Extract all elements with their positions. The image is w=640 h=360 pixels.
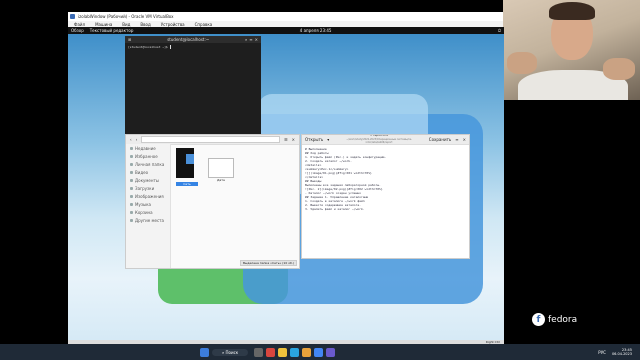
home-icon xyxy=(130,162,133,166)
telegram-icon[interactable] xyxy=(290,347,300,357)
editor-headerbar: Открыть ▾ ~ report.md ~/work/study/2022-… xyxy=(302,135,469,145)
app-icon[interactable] xyxy=(266,347,276,357)
fedora-logo: f fedora xyxy=(532,313,577,326)
activities-button[interactable]: Обзор xyxy=(71,28,84,33)
close-icon[interactable]: × xyxy=(292,137,295,142)
fedora-icon: f xyxy=(532,313,545,326)
close-icon[interactable]: × xyxy=(255,37,258,42)
sidebar-item-recent[interactable]: Недавние xyxy=(126,144,170,152)
document-icon xyxy=(130,178,133,182)
clock-icon xyxy=(130,146,133,150)
files-content: Сеть Дата xyxy=(170,144,299,268)
plus-icon xyxy=(130,218,133,222)
windows-taskbar: ⌕ Поиск РУС 23:45 06.04.2023 xyxy=(0,344,640,360)
download-icon xyxy=(130,186,133,190)
folder-icon[interactable] xyxy=(278,347,288,357)
view-list-icon[interactable]: ☰ xyxy=(284,137,288,142)
search-box[interactable]: ⌕ Поиск xyxy=(212,348,249,356)
search-icon[interactable]: ⌕ xyxy=(245,37,247,42)
back-icon[interactable]: ‹ xyxy=(130,137,132,142)
person-hair xyxy=(549,2,595,20)
selection-status: Выделена папка «Сеть» (10 об.) xyxy=(239,260,297,266)
files-window[interactable]: ‹ › ☰ × Недавние Избранное Личная папка … xyxy=(125,134,300,269)
menu-view[interactable]: Вид xyxy=(122,22,130,27)
virtualbox-titlebar: izolabWindow (Рабочий) - Oracle VM Virtu… xyxy=(68,12,504,21)
path-bar[interactable] xyxy=(141,136,281,143)
menu-icon[interactable]: ≡ xyxy=(249,37,252,42)
sidebar-item-downloads[interactable]: Загрузки xyxy=(126,184,170,192)
menu-help[interactable]: Справка xyxy=(195,22,213,27)
menu-icon[interactable]: ≡ xyxy=(455,137,458,142)
close-icon[interactable]: × xyxy=(463,137,466,142)
editor-line: 3. Удалить файл и каталог ~/work. xyxy=(305,207,365,211)
sidebar-item-pictures[interactable]: Изображения xyxy=(126,192,170,200)
menu-input[interactable]: Ввод xyxy=(140,22,150,27)
file-item[interactable]: Дата xyxy=(208,158,234,188)
virtualbox-icon xyxy=(70,14,75,19)
app-menu[interactable]: Текстовый редактор xyxy=(90,28,134,33)
sidebar-item-trash[interactable]: Корзина xyxy=(126,208,170,216)
forward-icon[interactable]: › xyxy=(136,137,138,142)
terminal-prompt[interactable]: [student@localhost ~]$ xyxy=(128,45,258,49)
chevron-down-icon[interactable]: ▾ xyxy=(327,137,329,142)
save-button[interactable]: Сохранить xyxy=(429,137,452,142)
image-icon xyxy=(130,194,133,198)
person-hand-left xyxy=(507,52,537,74)
sidebar-item-videos[interactable]: Видео xyxy=(126,168,170,176)
clock[interactable]: 4 апреля 23:45 xyxy=(300,28,332,33)
taskview-icon[interactable] xyxy=(254,347,264,357)
person-hand-right xyxy=(603,58,635,80)
gnome-topbar: Обзор Текстовый редактор 4 апреля 23:45 … xyxy=(68,27,504,34)
trash-icon xyxy=(130,210,133,214)
start-icon[interactable] xyxy=(200,347,209,357)
system-tray-icon[interactable]: ⏻ xyxy=(498,28,501,33)
file-label: Сеть xyxy=(176,182,198,186)
star-icon xyxy=(130,154,133,158)
text-editor-window[interactable]: Открыть ▾ ~ report.md ~/work/study/2022-… xyxy=(301,134,470,259)
webcam-overlay xyxy=(503,0,640,100)
file-thumbnail xyxy=(176,148,194,178)
sidebar-item-starred[interactable]: Избранное xyxy=(126,152,170,160)
chrome-icon[interactable] xyxy=(314,347,324,357)
terminal-title: student@localhost:~ xyxy=(167,37,210,42)
open-button[interactable]: Открыть xyxy=(305,137,323,142)
window-title: izolabWindow (Рабочий) - Oracle VM Virtu… xyxy=(78,14,174,19)
sidebar-item-other[interactable]: Другие места xyxy=(126,216,170,224)
file-label: Дата xyxy=(217,178,225,182)
virtualbox-taskbar-icon[interactable] xyxy=(326,347,336,357)
video-icon xyxy=(130,170,133,174)
new-tab-icon[interactable]: ⊞ xyxy=(128,37,131,42)
menu-devices[interactable]: Устройства xyxy=(161,22,185,27)
browser-icon[interactable] xyxy=(302,347,312,357)
sidebar-item-home[interactable]: Личная папка xyxy=(126,160,170,168)
editor-subtitle: ~/work/study/2022-2023/Операционные сист… xyxy=(346,137,412,145)
sidebar-item-documents[interactable]: Документы xyxy=(126,176,170,184)
terminal-headerbar: ⊞ student@localhost:~ ⌕ ≡ × xyxy=(125,36,261,43)
music-icon xyxy=(130,202,133,206)
language-indicator[interactable]: РУС xyxy=(598,350,606,355)
file-thumbnail xyxy=(208,158,234,178)
files-sidebar: Недавние Избранное Личная папка Видео До… xyxy=(126,144,171,268)
file-item[interactable]: Сеть xyxy=(176,148,198,188)
menu-file[interactable]: Файл xyxy=(74,22,85,27)
sidebar-item-music[interactable]: Музыка xyxy=(126,200,170,208)
editor-text-area[interactable]: # Выполнение ## Ход работы 1. Открыть файл… xyxy=(302,145,469,213)
menu-machine[interactable]: Машина xyxy=(95,22,112,27)
tray-date[interactable]: 06.04.2023 xyxy=(612,352,632,356)
terminal-window[interactable]: ⊞ student@localhost:~ ⌕ ≡ × [student@loc… xyxy=(125,36,261,136)
